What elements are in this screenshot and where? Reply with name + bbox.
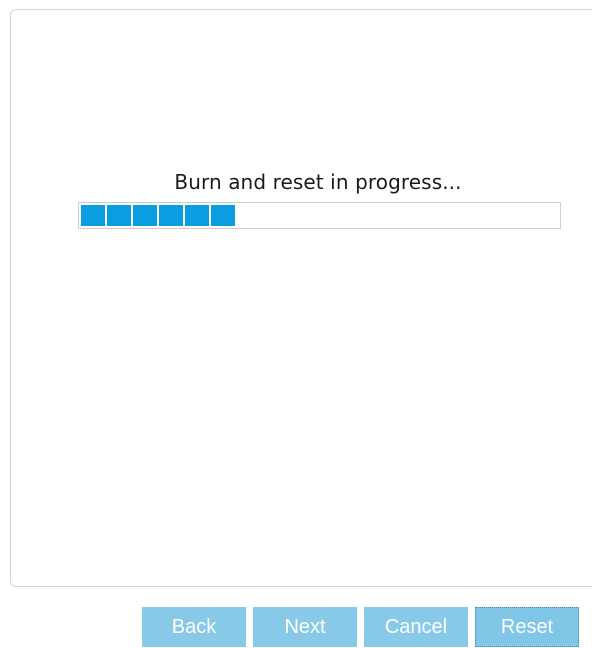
next-button[interactable]: Next bbox=[253, 607, 357, 647]
back-button[interactable]: Back bbox=[142, 607, 246, 647]
progress-block bbox=[211, 205, 235, 226]
progress-block bbox=[81, 205, 105, 226]
progress-bar bbox=[78, 202, 561, 229]
progress-block bbox=[159, 205, 183, 226]
progress-block bbox=[133, 205, 157, 226]
progress-block bbox=[185, 205, 209, 226]
cancel-button[interactable]: Cancel bbox=[364, 607, 468, 647]
status-text: Burn and reset in progress... bbox=[174, 170, 462, 194]
reset-button[interactable]: Reset bbox=[475, 607, 579, 647]
wizard-page: Burn and reset in progress... Back Next … bbox=[0, 0, 592, 648]
wizard-actions: Back Next Cancel Reset bbox=[142, 607, 579, 647]
progress-block bbox=[107, 205, 131, 226]
progress-fill bbox=[81, 205, 558, 226]
content-panel: Burn and reset in progress... bbox=[10, 9, 592, 587]
